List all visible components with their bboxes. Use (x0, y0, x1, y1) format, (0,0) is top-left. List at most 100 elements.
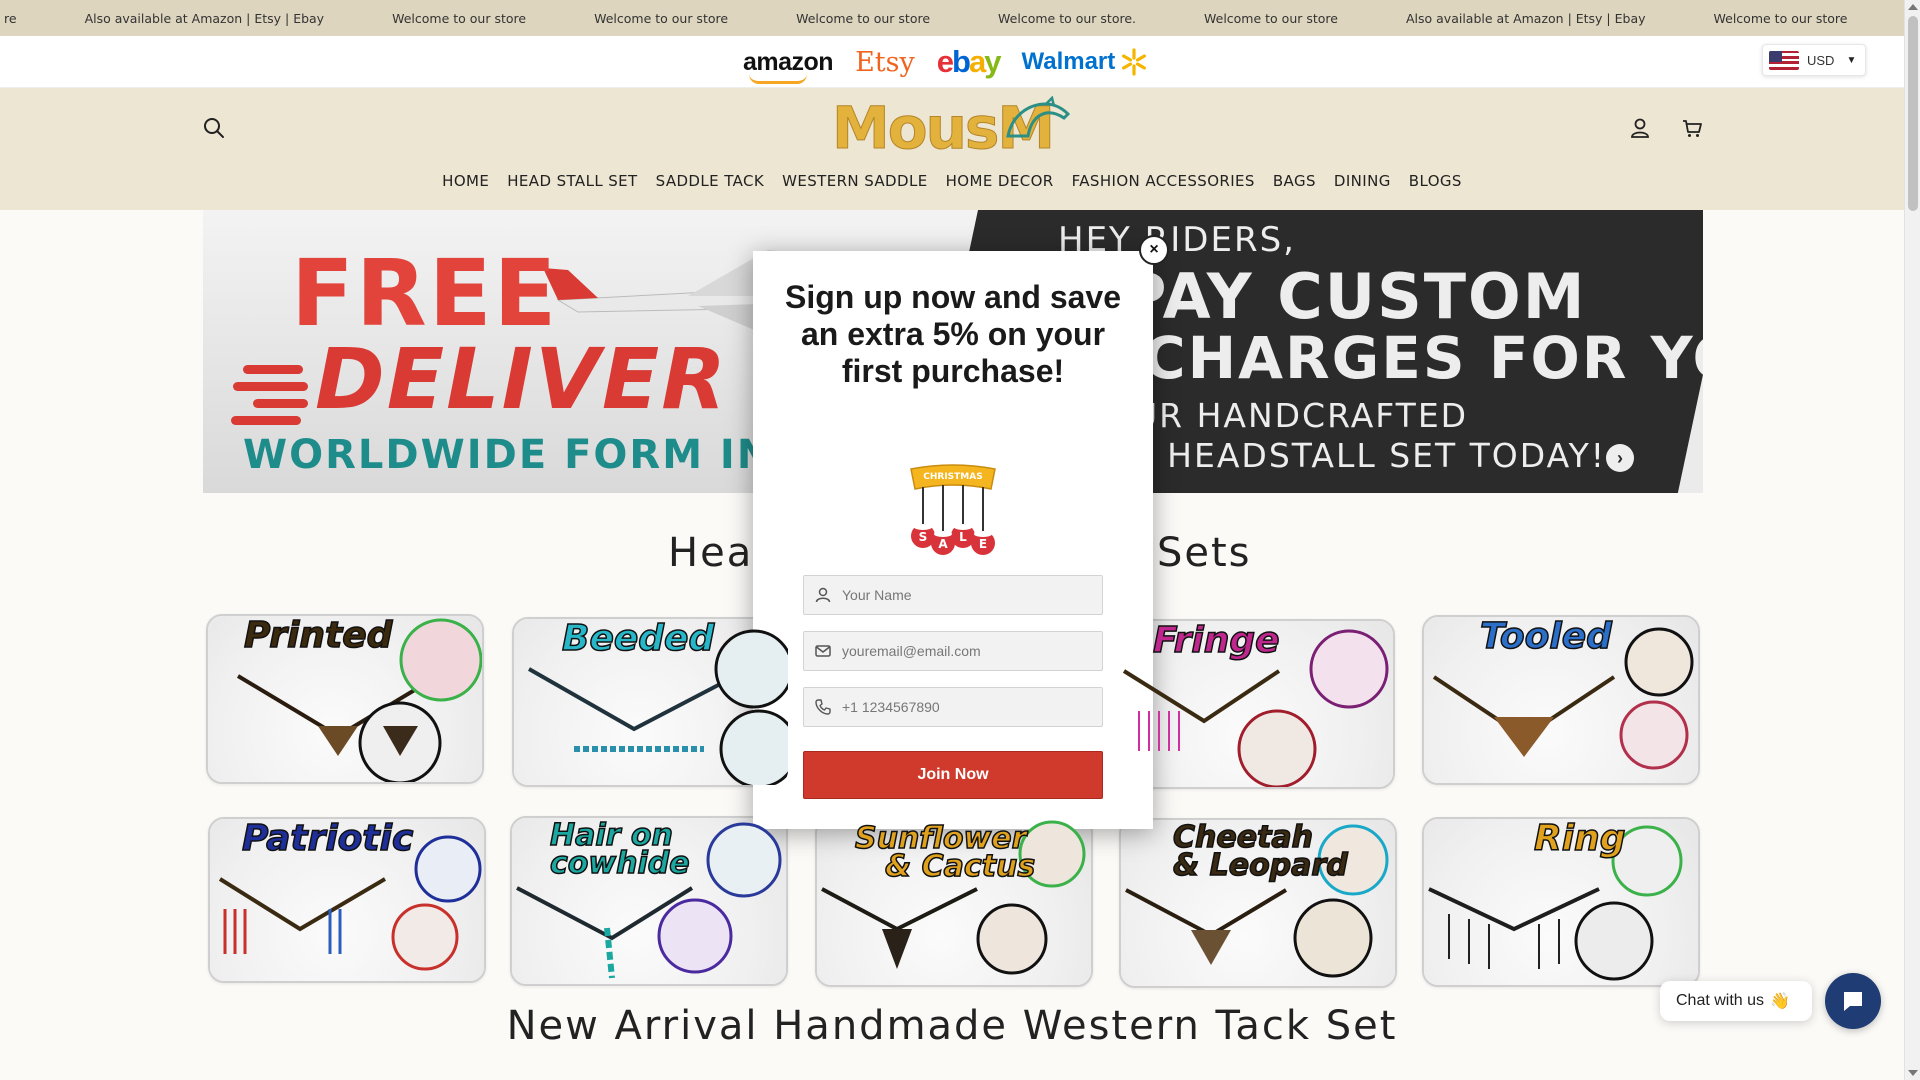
nav-western-saddle[interactable]: WESTERN SADDLE (782, 172, 927, 190)
category-title-line2: cowhide (549, 846, 690, 881)
email-field[interactable] (803, 631, 1103, 671)
badge-letter-s: S (919, 530, 928, 544)
badge-letter-l: L (959, 530, 967, 544)
marquee-item: Welcome to our store (1204, 10, 1338, 26)
nav-saddle-tack[interactable]: SADDLE TACK (656, 172, 764, 190)
hero-handcrafted: UR HANDCRAFTED (1133, 396, 1469, 435)
marquee-item: Also available at Amazon | Etsy | Ebay (84, 10, 325, 26)
nav-blogs[interactable]: BLOGS (1409, 172, 1462, 190)
badge-label-text: CHRISTMAS (923, 472, 982, 482)
category-card-fringe[interactable]: Fringe (1117, 619, 1395, 789)
category-title: Fringe (1152, 620, 1280, 661)
chat-prompt-label: Chat with us (1676, 992, 1765, 1009)
hero-delivery-text: DELIVER (315, 330, 728, 428)
marquee-item: Welcome to our store (796, 10, 931, 26)
phone-icon (815, 699, 831, 715)
caret-down-icon: ▼ (1846, 54, 1857, 66)
ebay-letter-b: b (952, 44, 971, 79)
hero-charges: CHARGES FOR YOU (1143, 324, 1703, 392)
page-scrollbar[interactable] (1904, 0, 1920, 1080)
ebay-letter-y: y (984, 44, 1001, 79)
marquee-item: re (4, 10, 17, 26)
phone-input[interactable] (842, 699, 1082, 715)
nav-fashion-accessories[interactable]: FASHION ACCESSORIES (1072, 172, 1255, 190)
category-title: Sunflower & Cactus (854, 823, 1036, 884)
category-title: Tooled (1479, 616, 1612, 657)
category-title: Patriotic (241, 818, 414, 859)
marquee-item: Welcome to our store (594, 10, 729, 26)
email-input[interactable] (842, 643, 1082, 659)
christmas-sale-badge: CHRISTMAS S A L E (903, 461, 1003, 561)
hero-next-arrow-icon[interactable]: › (1606, 444, 1634, 472)
hero-worldwide-text: WORLDWIDE FORM IN (243, 432, 773, 478)
marketplace-bar: amazon Etsy ebay Walmart USD ▼ (0, 36, 1904, 88)
user-icon (815, 587, 831, 603)
marquee-track: re Also available at Amazon | Etsy | Ebay… (0, 0, 1904, 36)
nav-bags[interactable]: BAGS (1273, 172, 1316, 190)
marquee-item: Welcome to our store. (998, 10, 1136, 26)
marquee-item: Also available at Amazon | Etsy | Ebay (1405, 10, 1646, 26)
chat-launcher-button[interactable] (1825, 973, 1881, 1029)
scroll-up-icon[interactable] (1908, 4, 1918, 10)
ebay-letter-a: a (968, 44, 986, 79)
brand-logo[interactable]: MousM (831, 94, 1072, 163)
mail-icon (815, 645, 831, 657)
signup-modal: Sign up now and save an extra 5% on your… (753, 251, 1153, 829)
badge-letter-e: E (979, 537, 987, 551)
main-nav: HOME HEAD STALL SET SADDLE TACK WESTERN … (0, 172, 1904, 190)
ebay-logo[interactable]: ebay (936, 44, 1002, 80)
category-card-patriotic[interactable]: Patriotic (208, 817, 486, 983)
scroll-down-icon[interactable] (1908, 1070, 1918, 1076)
amazon-logo[interactable]: amazon (743, 47, 834, 84)
currency-code: USD (1807, 52, 1835, 68)
new-arrival-title: New Arrival Handmade Western Tack Set (506, 1003, 1398, 1049)
scroll-thumb[interactable] (1908, 16, 1918, 211)
phone-field[interactable] (803, 687, 1103, 727)
category-card-cheetah-leopard[interactable]: Cheetah & Leopard (1119, 818, 1397, 988)
category-title-line2: & Cactus (884, 849, 1036, 884)
walmart-logo[interactable]: Walmart (1021, 47, 1149, 77)
category-card-tooled[interactable]: Tooled (1422, 615, 1700, 785)
marquee-item: Welcome to our store (392, 10, 527, 26)
announcement-bar: re Also available at Amazon | Etsy | Ebay… (0, 0, 1904, 36)
wave-icon: 👋 (1770, 993, 1790, 1010)
marquee-item: Welcome to our store (1713, 10, 1848, 26)
category-card-hair-on-cowhide[interactable]: Hair on cowhide (510, 816, 788, 986)
categories-title-right: Sets (1157, 530, 1252, 576)
category-card-ring[interactable]: Ring (1422, 817, 1700, 987)
category-card-beeded[interactable]: Beeded (512, 617, 790, 787)
nav-dining[interactable]: DINING (1334, 172, 1391, 190)
nav-head-stall-set[interactable]: HEAD STALL SET (507, 172, 637, 190)
etsy-logo[interactable]: Etsy (855, 47, 915, 78)
modal-title: Sign up now and save an extra 5% on your… (784, 279, 1122, 389)
nav-home[interactable]: HOME (442, 172, 489, 190)
join-now-button[interactable]: Join Now (803, 751, 1103, 799)
walmart-spark-icon (1122, 48, 1147, 76)
category-title: Hair on cowhide (549, 820, 690, 881)
marketplace-logos: amazon Etsy ebay Walmart (743, 44, 1149, 84)
account-icon[interactable] (1625, 113, 1655, 143)
category-title: Beeded (561, 618, 715, 659)
badge-letter-a: A (938, 537, 948, 551)
chat-prompt[interactable]: Chat with us 👋 (1660, 981, 1812, 1021)
chat-icon (1844, 992, 1862, 1011)
category-title: Cheetah & Leopard (1172, 822, 1348, 883)
category-title: Ring (1533, 818, 1626, 859)
close-icon[interactable]: × (1139, 235, 1169, 265)
cart-icon[interactable] (1677, 113, 1707, 143)
nav-home-decor[interactable]: HOME DECOR (946, 172, 1054, 190)
currency-selector[interactable]: USD ▼ (1762, 44, 1866, 76)
name-input[interactable] (842, 587, 1082, 603)
category-title: Printed (243, 615, 393, 656)
category-card-printed[interactable]: Printed (206, 614, 484, 784)
category-card-sunflower-cactus[interactable]: Sunflower & Cactus (815, 817, 1093, 987)
name-field[interactable] (803, 575, 1103, 615)
marquee-item: Welc (1882, 11, 1905, 26)
search-icon[interactable] (199, 113, 229, 143)
walmart-logo-text: Walmart (1021, 48, 1116, 75)
ebay-letter-e: e (936, 44, 954, 79)
category-title-line2: & Leopard (1172, 848, 1348, 883)
horse-head-icon (1006, 96, 1071, 138)
hero-headstall-today: N HEADSTALL SET TODAY! (1128, 436, 1607, 475)
amazon-logo-text: amazon (743, 47, 834, 76)
